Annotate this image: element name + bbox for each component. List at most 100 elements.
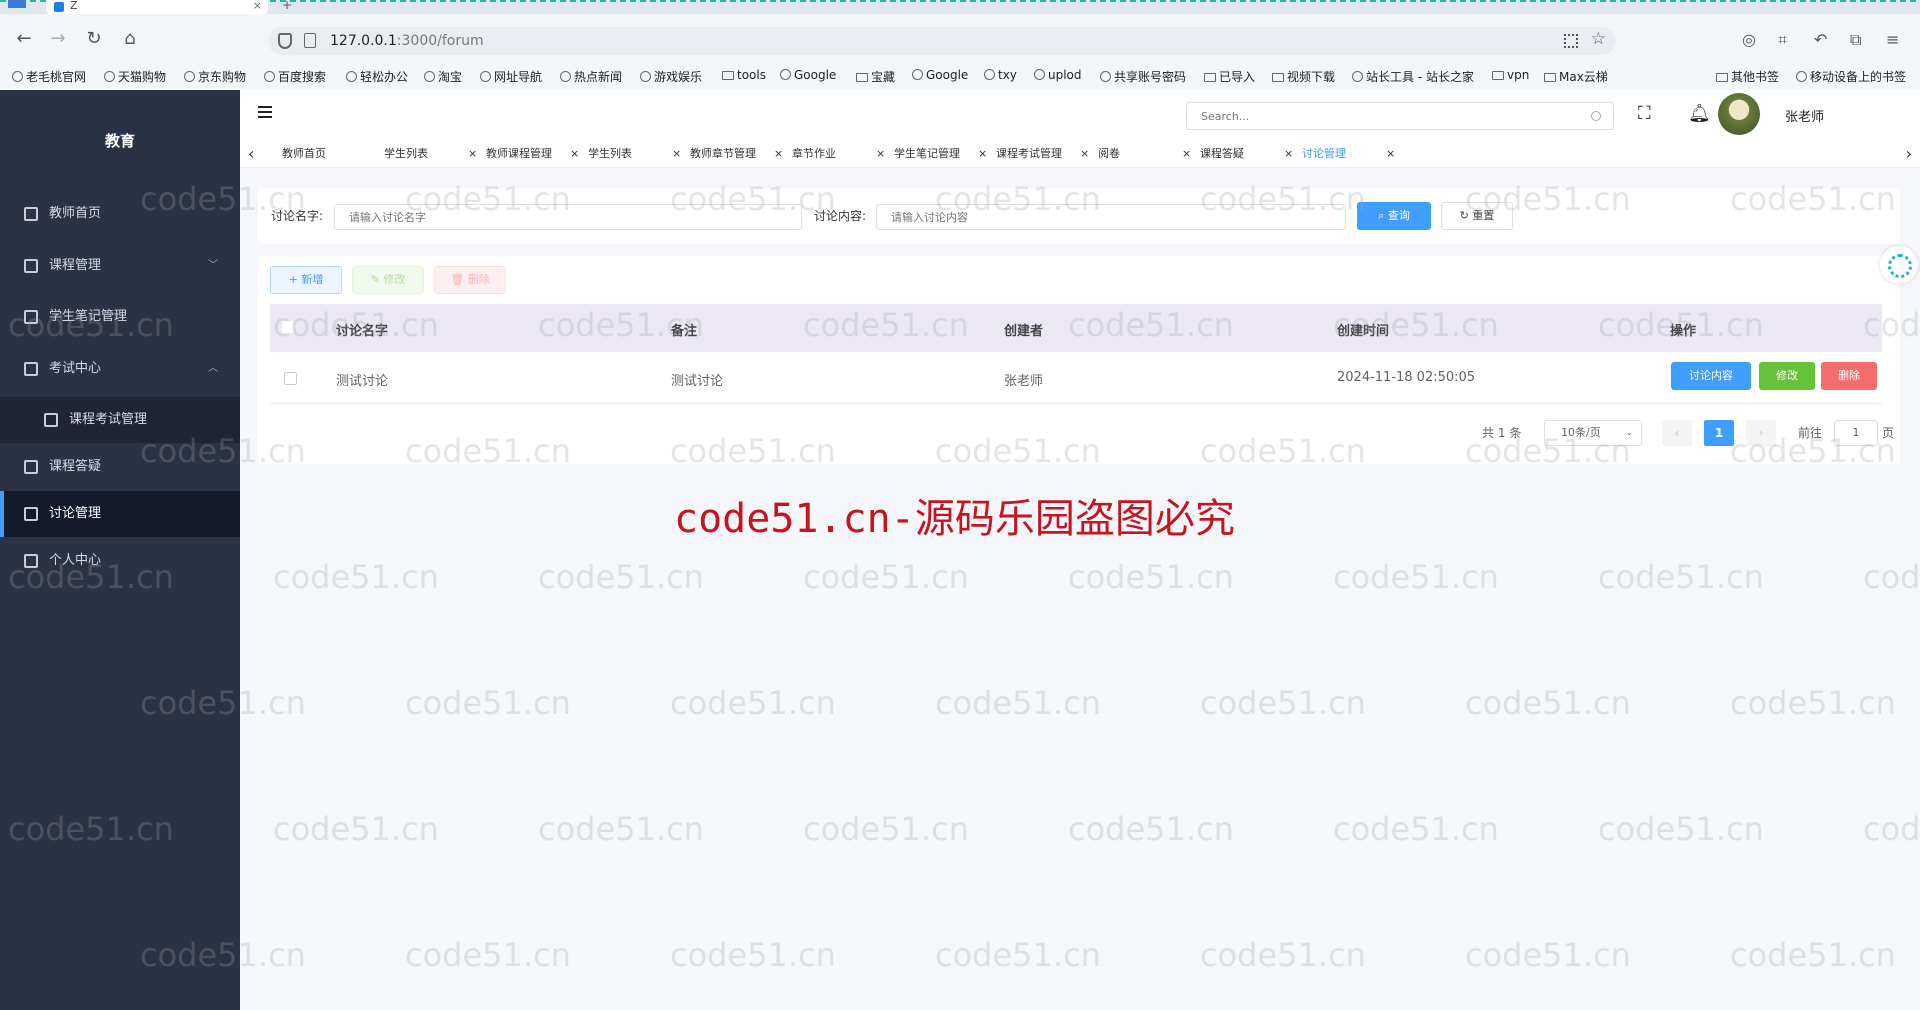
sidebar-item-course-exam-management[interactable]: 课程考试管理 [0, 397, 240, 443]
close-icon[interactable]: × [876, 142, 885, 166]
address-bar[interactable]: 127.0.0.1:3000/forum ☆ [268, 27, 1616, 55]
search-icon[interactable] [1591, 111, 1601, 121]
tag-tab[interactable]: 课程答疑 × [1198, 142, 1294, 166]
bookmark-star-icon[interactable]: ☆ [1591, 29, 1606, 49]
bookmark-item[interactable]: uplod [1034, 68, 1082, 82]
bookmark-item[interactable]: 网址导航 [480, 68, 542, 85]
tag-tab[interactable]: 学生列表 × [382, 142, 478, 166]
tag-tab[interactable]: 教师章节管理 × [688, 142, 784, 166]
sidebar-item-teacher-home[interactable]: 教师首页 [0, 191, 240, 237]
tag-tab[interactable]: 学生列表 × [586, 142, 682, 166]
discussion-content-field[interactable] [876, 204, 1346, 230]
username[interactable]: 张老师 [1785, 106, 1824, 125]
close-icon[interactable]: × [774, 142, 783, 166]
column-header[interactable]: 备注 [671, 320, 697, 339]
bookmark-item[interactable]: 视频下载 [1272, 68, 1335, 85]
sidebar-item-personal-center[interactable]: 个人中心 [0, 538, 240, 584]
crop-icon[interactable]: ⌗ [1778, 30, 1787, 50]
undo-icon[interactable]: ↶ [1814, 30, 1827, 50]
discussion-name-field[interactable] [334, 204, 802, 230]
bookmark-item[interactable]: Google [912, 68, 968, 82]
close-icon[interactable]: × [468, 142, 477, 166]
chevron-right-icon[interactable]: › [1906, 144, 1912, 163]
bookmark-item[interactable]: 京东购物 [184, 68, 246, 85]
bookmark-item[interactable]: 天猫购物 [104, 68, 166, 85]
bookmark-item[interactable]: 轻松办公 [346, 68, 408, 85]
close-icon[interactable]: × [672, 142, 681, 166]
prev-page-button[interactable]: ‹ [1662, 420, 1692, 446]
fullscreen-icon[interactable]: ⛶ [1638, 104, 1651, 124]
bookmark-item[interactable]: 站长工具 - 站长之家 [1352, 68, 1474, 85]
sidebar-item-student-notes[interactable]: 学生笔记管理 [0, 294, 240, 340]
bookmark-item[interactable]: 其他书签 [1716, 68, 1779, 85]
row-checkbox[interactable] [284, 372, 297, 385]
bookmark-item[interactable]: 宝藏 [856, 68, 895, 85]
browser-tab[interactable]: Z × [46, 0, 268, 14]
bookmark-item[interactable]: 游戏娱乐 [640, 68, 702, 85]
discussion-name-input[interactable] [335, 205, 801, 229]
edit-button[interactable]: ✎ 修改 [352, 266, 424, 294]
delete-button[interactable]: 🗑︎ 删除 [434, 266, 506, 294]
bell-icon[interactable]: 🔔︎ [1688, 104, 1711, 124]
chevron-left-icon[interactable]: ‹ [248, 144, 254, 163]
bookmark-item[interactable]: 热点新闻 [560, 68, 622, 85]
account-icon[interactable]: ◎ [1742, 30, 1756, 50]
tag-tab[interactable]: 阅卷 × [1096, 142, 1192, 166]
bookmark-item[interactable]: 老毛桃官网 [12, 68, 86, 85]
bookmark-item[interactable]: Max云梯 [1544, 68, 1608, 85]
current-page-button[interactable]: 1 [1704, 420, 1734, 446]
row-delete-button[interactable]: 删除 [1821, 362, 1877, 390]
tag-tab[interactable]: 章节作业 × [790, 142, 886, 166]
settings-gear-icon[interactable] [1880, 246, 1918, 284]
header-search[interactable] [1186, 102, 1614, 130]
next-page-button[interactable]: › [1746, 420, 1776, 446]
sidebar-item-course-management[interactable]: 课程管理 ﹀ [0, 243, 240, 289]
forward-arrow-icon[interactable]: → [48, 30, 68, 50]
bookmark-item[interactable]: vpn [1492, 68, 1529, 82]
bookmark-item[interactable]: 已导入 [1204, 68, 1255, 85]
discussion-content-button[interactable]: 讨论内容 [1671, 362, 1751, 390]
discussion-content-input[interactable] [877, 205, 1345, 229]
tag-tab[interactable]: 教师首页 [280, 142, 376, 166]
page-size-select[interactable]: 10条/页 ⌄ [1544, 420, 1642, 446]
tag-tab[interactable]: 教师课程管理 × [484, 142, 580, 166]
extensions-icon[interactable]: ⧉ [1850, 30, 1861, 50]
reset-button[interactable]: ↻ 重置 [1441, 202, 1513, 230]
close-icon[interactable]: × [1182, 142, 1191, 166]
bookmark-item[interactable]: Google [780, 68, 836, 82]
column-header[interactable]: 创建时间 [1337, 320, 1389, 339]
home-icon[interactable]: ⌂ [120, 30, 140, 50]
close-icon[interactable]: × [1080, 142, 1089, 166]
sidebar-item-course-qa[interactable]: 课程答疑 [0, 444, 240, 490]
bookmark-item[interactable]: 淘宝 [424, 68, 462, 85]
query-button[interactable]: ⌕ 查询 [1357, 202, 1431, 230]
select-all-checkbox[interactable] [282, 321, 294, 333]
reload-icon[interactable]: ↻ [84, 30, 104, 50]
column-header[interactable]: 创建者 [1004, 320, 1043, 339]
menu-icon[interactable]: ≡ [1886, 30, 1899, 50]
bookmark-item[interactable]: tools [722, 68, 766, 82]
tag-tab[interactable]: 学生笔记管理 × [892, 142, 988, 166]
close-icon[interactable]: × [978, 142, 987, 166]
tag-tab[interactable]: 课程考试管理 × [994, 142, 1090, 166]
add-button[interactable]: + 新增 [270, 266, 342, 294]
tag-tab[interactable]: 讨论管理 × [1300, 142, 1396, 166]
shield-icon[interactable] [278, 33, 292, 49]
column-header[interactable]: 讨论名字 [336, 320, 388, 339]
bookmark-item[interactable]: 百度搜索 [264, 68, 326, 85]
avatar[interactable] [1718, 93, 1760, 135]
bookmark-item[interactable]: txy [984, 68, 1017, 82]
sidebar-item-discussion-management[interactable]: 讨论管理 [0, 491, 240, 537]
bookmark-item[interactable]: 移动设备上的书签 [1796, 68, 1906, 85]
close-icon[interactable]: × [1386, 142, 1395, 166]
goto-page-input[interactable]: 1 [1834, 420, 1878, 446]
new-tab-button[interactable]: + [282, 0, 292, 11]
page-info-icon[interactable] [304, 33, 316, 48]
hamburger-menu-icon[interactable] [258, 106, 272, 118]
close-icon[interactable]: × [1284, 142, 1293, 166]
header-search-input[interactable] [1187, 103, 1613, 129]
sidebar-item-exam-center[interactable]: 考试中心 ︿ [0, 346, 240, 392]
qr-code-icon[interactable] [1564, 34, 1578, 48]
row-edit-button[interactable]: 修改 [1759, 362, 1815, 390]
close-icon[interactable]: × [570, 142, 579, 166]
